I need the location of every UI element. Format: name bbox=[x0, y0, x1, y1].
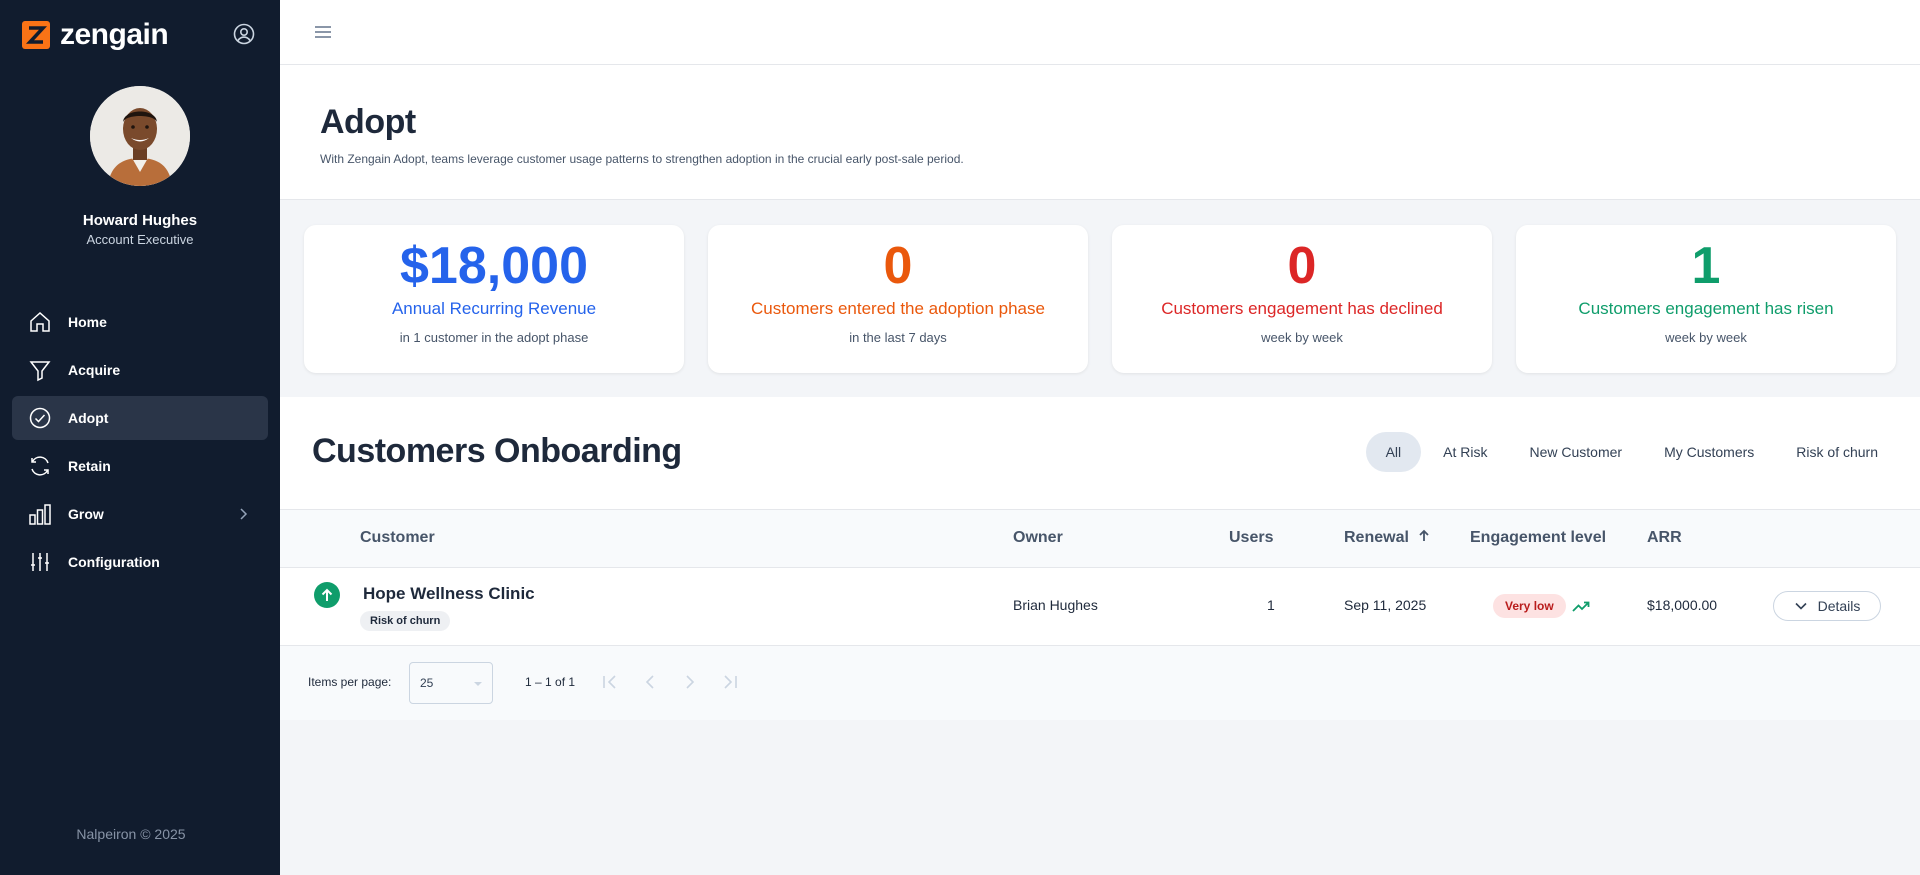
column-users[interactable]: Users bbox=[1229, 529, 1273, 547]
topbar bbox=[280, 0, 1920, 65]
next-page-icon[interactable] bbox=[678, 670, 702, 694]
owner-cell: Brian Hughes bbox=[1013, 597, 1098, 613]
last-page-icon[interactable] bbox=[718, 670, 742, 694]
arrow-up-circle-icon bbox=[314, 582, 340, 608]
kpi-value: 0 bbox=[1287, 237, 1317, 295]
hamburger-menu-icon[interactable] bbox=[312, 21, 334, 43]
page-range: 1 – 1 of 1 bbox=[525, 675, 576, 689]
paginator: Items per page: 25 1 – 1 of 1 bbox=[280, 646, 1920, 720]
sidebar-item-acquire[interactable]: Acquire bbox=[12, 348, 268, 392]
kpi-label: Annual Recurring Revenue bbox=[391, 299, 597, 318]
sidebar-item-grow[interactable]: Grow bbox=[12, 492, 268, 536]
column-arr[interactable]: ARR bbox=[1647, 529, 1682, 547]
column-customer[interactable]: Customer bbox=[360, 529, 435, 547]
kpi-value: 0 bbox=[883, 237, 913, 295]
section-title: Customers Onboarding bbox=[312, 432, 682, 470]
arr-cell: $18,000.00 bbox=[1647, 597, 1718, 613]
customer-name[interactable]: Hope Wellness Clinic bbox=[363, 584, 535, 604]
chevron-down-icon bbox=[1795, 602, 1807, 610]
risk-tag: Risk of churn bbox=[360, 611, 451, 631]
sidebar-item-label: Home bbox=[68, 314, 107, 330]
sort-ascending-icon bbox=[1419, 529, 1430, 541]
home-icon bbox=[30, 311, 50, 332]
kpi-label: Customers entered the adoption phase bbox=[751, 299, 1045, 318]
sidebar-item-label: Retain bbox=[68, 458, 111, 474]
column-engagement-level[interactable]: Engagement level bbox=[1470, 529, 1606, 547]
caret-down-icon bbox=[474, 682, 482, 686]
filter-all[interactable]: All bbox=[1365, 432, 1422, 472]
details-button-label: Details bbox=[1817, 598, 1861, 614]
page-header: Adopt With Zengain Adopt, teams leverage… bbox=[280, 65, 1920, 200]
kpi-label: Customers engagement has declined bbox=[1161, 299, 1443, 318]
engagement-badge: Very low bbox=[1493, 594, 1566, 618]
sidebar-nav: Home Acquire Adopt Retain Grow Configura… bbox=[12, 300, 268, 588]
kpi-card-engagement-declined: 0 Customers engagement has declined week… bbox=[1112, 225, 1492, 373]
previous-page-icon[interactable] bbox=[638, 670, 662, 694]
sliders-icon bbox=[31, 553, 49, 571]
kpi-card-engagement-risen: 1 Customers engagement has risen week by… bbox=[1516, 225, 1896, 373]
page-title: Adopt bbox=[320, 103, 416, 141]
bar-chart-icon bbox=[29, 504, 51, 525]
sidebar-item-adopt[interactable]: Adopt bbox=[12, 396, 268, 440]
sidebar-item-label: Grow bbox=[68, 506, 104, 522]
filter-at-risk[interactable]: At Risk bbox=[1423, 432, 1507, 472]
details-button[interactable]: Details bbox=[1773, 591, 1881, 621]
kpi-subtext: week by week bbox=[1665, 330, 1747, 345]
table-header: Customer Owner Users Renewal Engagement … bbox=[280, 510, 1920, 568]
column-renewal-label: Renewal bbox=[1344, 529, 1409, 546]
first-page-icon[interactable] bbox=[598, 670, 622, 694]
avatar-photo bbox=[90, 86, 190, 186]
page-subtitle: With Zengain Adopt, teams leverage custo… bbox=[320, 152, 964, 166]
refresh-icon bbox=[31, 456, 49, 476]
brand-name: zengain bbox=[60, 18, 169, 51]
renewal-cell: Sep 11, 2025 bbox=[1344, 597, 1427, 613]
kpi-subtext: week by week bbox=[1261, 330, 1343, 345]
check-circle-icon bbox=[29, 407, 51, 429]
column-renewal[interactable]: Renewal bbox=[1344, 529, 1431, 547]
kpi-label: Customers engagement has risen bbox=[1578, 299, 1834, 318]
kpi-subtext: in the last 7 days bbox=[849, 330, 947, 345]
sidebar-item-label: Adopt bbox=[68, 410, 109, 426]
main-content: Adopt With Zengain Adopt, teams leverage… bbox=[280, 0, 1920, 875]
chevron-right-icon bbox=[240, 508, 248, 520]
table-row[interactable]: Hope Wellness Clinic Risk of churn Brian… bbox=[280, 568, 1920, 646]
users-cell: 1 bbox=[1267, 597, 1275, 613]
sidebar-item-home[interactable]: Home bbox=[12, 300, 268, 344]
trending-up-icon bbox=[1572, 601, 1590, 612]
user-name: Howard Hughes bbox=[82, 212, 198, 229]
items-per-page-label: Items per page: bbox=[308, 675, 392, 689]
kpi-value: 1 bbox=[1691, 237, 1721, 295]
filter-tabs: All At Risk New Customer My Customers Ri… bbox=[1365, 432, 1898, 472]
filter-risk-of-churn[interactable]: Risk of churn bbox=[1776, 432, 1898, 472]
sidebar-item-label: Acquire bbox=[68, 362, 121, 378]
kpi-subtext: in 1 customer in the adopt phase bbox=[399, 330, 589, 345]
sidebar-item-retain[interactable]: Retain bbox=[12, 444, 268, 488]
items-per-page-select[interactable]: 25 bbox=[409, 662, 493, 704]
zengain-logo-icon bbox=[22, 21, 50, 49]
funnel-icon bbox=[29, 361, 51, 382]
filter-my-customers[interactable]: My Customers bbox=[1644, 432, 1774, 472]
brand[interactable]: zengain bbox=[22, 18, 169, 52]
column-owner[interactable]: Owner bbox=[1013, 529, 1063, 547]
kpi-card-entered-adoption: 0 Customers entered the adoption phase i… bbox=[708, 225, 1088, 373]
sidebar-item-label: Configuration bbox=[68, 554, 160, 570]
filter-new-customer[interactable]: New Customer bbox=[1509, 432, 1642, 472]
footer-copyright: Nalpeiron © 2025 bbox=[76, 826, 186, 842]
kpi-card-arr: $18,000 Annual Recurring Revenue in 1 cu… bbox=[304, 225, 684, 373]
sidebar-item-configuration[interactable]: Configuration bbox=[12, 540, 268, 584]
items-per-page-value: 25 bbox=[420, 676, 434, 690]
sidebar: zengain Howard Hughes Account Executive … bbox=[0, 0, 280, 875]
user-role: Account Executive bbox=[86, 232, 194, 247]
avatar bbox=[90, 86, 190, 186]
account-circle-icon[interactable] bbox=[232, 22, 256, 46]
customers-onboarding-header: Customers Onboarding All At Risk New Cus… bbox=[280, 397, 1920, 510]
kpi-value: $18,000 bbox=[400, 237, 588, 295]
